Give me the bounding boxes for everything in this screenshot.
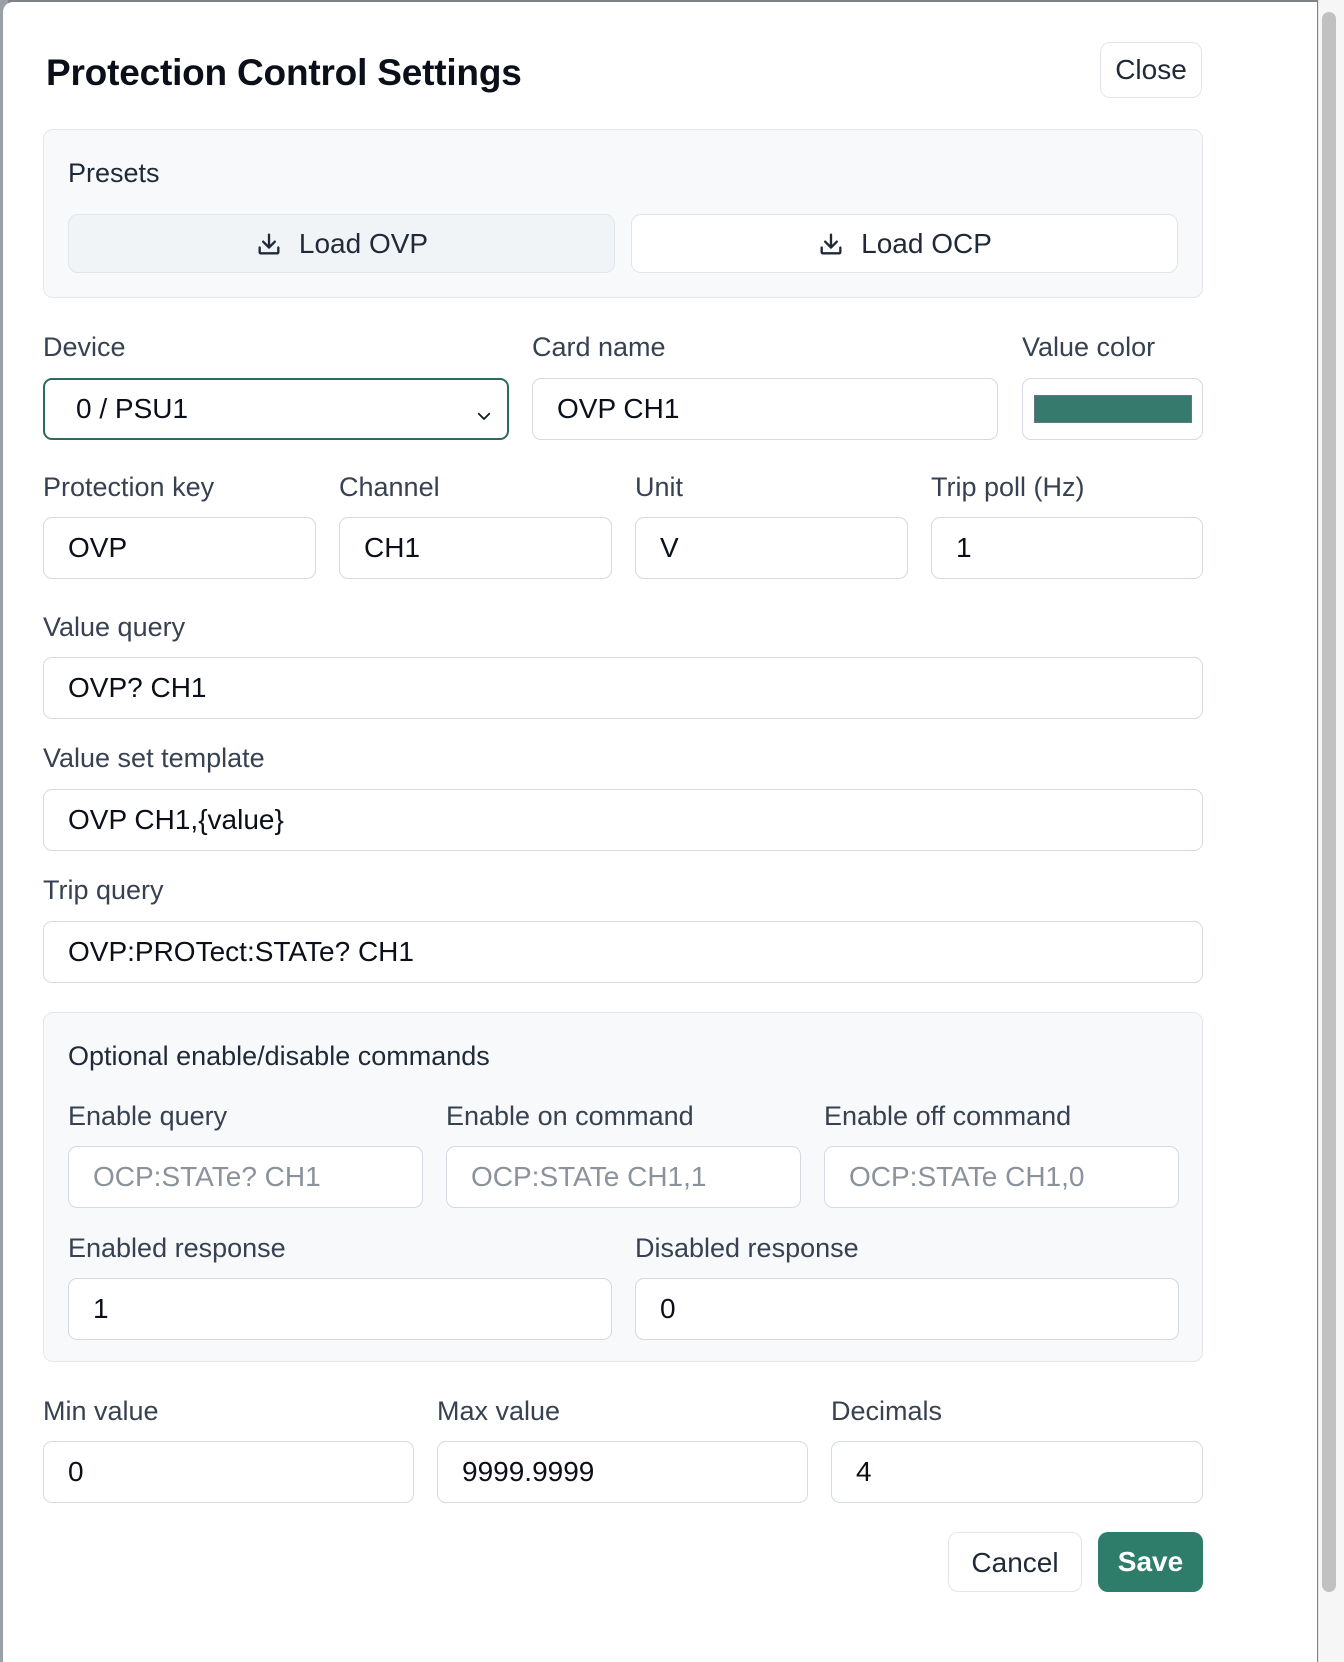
- trip-query-label: Trip query: [43, 875, 164, 905]
- download-icon: [817, 230, 845, 258]
- presets-title: Presets: [68, 158, 160, 188]
- enable-query-label: Enable query: [68, 1101, 228, 1131]
- device-label: Device: [43, 332, 126, 362]
- protection-key-input[interactable]: OVP: [43, 517, 316, 579]
- device-select[interactable]: 0 / PSU1: [43, 378, 509, 440]
- save-button[interactable]: Save: [1098, 1532, 1203, 1592]
- trip-query-input[interactable]: OVP:PROTect:STATe? CH1: [43, 921, 1203, 983]
- value-query-input[interactable]: OVP? CH1: [43, 657, 1203, 719]
- cancel-button[interactable]: Cancel: [948, 1532, 1082, 1592]
- presets-panel: Presets Load OVP Load OCP: [43, 129, 1203, 298]
- value-query-label: Value query: [43, 612, 186, 642]
- load-ocp-button[interactable]: Load OCP: [631, 214, 1178, 273]
- color-swatch: [1033, 395, 1192, 423]
- disabled-response-label: Disabled response: [635, 1233, 859, 1263]
- enable-on-command-label: Enable on command: [446, 1101, 694, 1131]
- min-value-label: Min value: [43, 1396, 159, 1426]
- value-color-picker[interactable]: [1022, 378, 1203, 440]
- value-color-label: Value color: [1022, 332, 1156, 362]
- close-button[interactable]: Close: [1100, 42, 1202, 98]
- optional-commands-panel: Optional enable/disable commands Enable …: [43, 1012, 1203, 1362]
- enabled-response-label: Enabled response: [68, 1233, 286, 1263]
- optional-commands-title: Optional enable/disable commands: [68, 1041, 490, 1071]
- enable-on-command-input[interactable]: OCP:STATe CH1,1: [446, 1146, 801, 1208]
- enable-query-input[interactable]: OCP:STATe? CH1: [68, 1146, 423, 1208]
- load-ovp-button[interactable]: Load OVP: [68, 214, 615, 273]
- protection-key-label: Protection key: [43, 472, 215, 502]
- value-set-template-input[interactable]: OVP CH1,{value}: [43, 789, 1203, 851]
- load-ovp-label: Load OVP: [298, 227, 429, 259]
- enable-off-command-input[interactable]: OCP:STATe CH1,0: [824, 1146, 1179, 1208]
- value-set-template-label: Value set template: [43, 743, 265, 773]
- card-name-label: Card name: [532, 332, 666, 362]
- max-value-label: Max value: [437, 1396, 561, 1426]
- channel-input[interactable]: CH1: [339, 517, 612, 579]
- trip-poll-label: Trip poll (Hz): [931, 472, 1085, 502]
- download-icon: [255, 230, 283, 258]
- decimals-label: Decimals: [831, 1396, 943, 1426]
- unit-label: Unit: [635, 472, 684, 502]
- decimals-input[interactable]: 4: [831, 1441, 1203, 1503]
- trip-poll-input[interactable]: 1: [931, 517, 1203, 579]
- min-value-input[interactable]: 0: [43, 1441, 414, 1503]
- scrollbar-thumb[interactable]: [1322, 12, 1336, 1592]
- unit-input[interactable]: V: [635, 517, 908, 579]
- load-ocp-label: Load OCP: [861, 227, 992, 259]
- dialog-title: Protection Control Settings: [46, 52, 522, 93]
- device-value: 0 / PSU1: [76, 393, 189, 424]
- protection-settings-dialog: Protection Control Settings Close Preset…: [3, 2, 1317, 1662]
- enabled-response-input[interactable]: 1: [68, 1278, 612, 1340]
- channel-label: Channel: [339, 472, 440, 502]
- enable-off-command-label: Enable off command: [824, 1101, 1072, 1131]
- card-name-input[interactable]: OVP CH1: [532, 378, 998, 440]
- chevron-down-icon: [475, 400, 493, 432]
- disabled-response-input[interactable]: 0: [635, 1278, 1179, 1340]
- max-value-input[interactable]: 9999.9999: [437, 1441, 808, 1503]
